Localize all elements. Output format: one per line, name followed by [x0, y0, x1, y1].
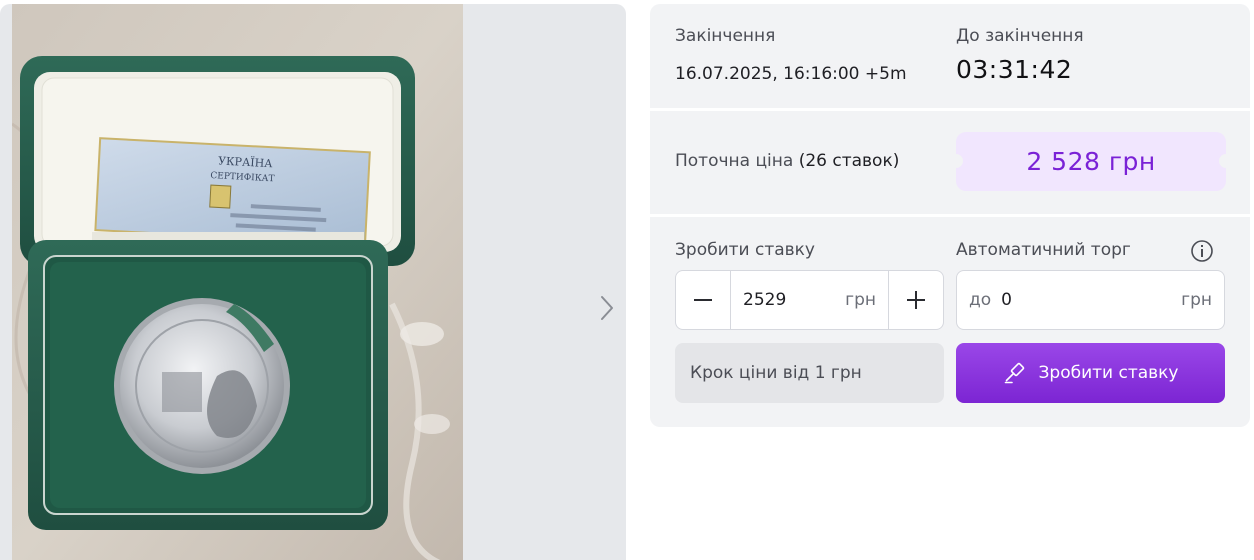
current-price-label: Поточна ціна [675, 151, 794, 171]
decrement-button[interactable] [676, 271, 730, 329]
end-label: Закінчення [675, 26, 776, 46]
countdown-timer: 03:31:42 [956, 55, 1073, 84]
current-price-badge: 2 528 грн [949, 132, 1233, 191]
place-bid-button[interactable]: Зробити ставку [956, 343, 1225, 403]
place-bid-label: Зробити ставку [1038, 363, 1179, 383]
current-price-value: 2 528 грн [1026, 147, 1156, 176]
chevron-right-icon [601, 296, 613, 320]
auto-bid-input[interactable]: 0 [1001, 290, 1012, 310]
gallery-next-button[interactable] [594, 290, 620, 326]
plus-icon [907, 291, 925, 309]
current-price-card: Поточна ціна (26 ставок) 2 528 грн [650, 111, 1250, 214]
end-value: 16.07.2025, 16:16:00 +5m [675, 64, 907, 84]
countdown-label: До закінчення [956, 26, 1084, 46]
info-icon[interactable] [1190, 239, 1214, 263]
current-price-label-row: Поточна ціна (26 ставок) [675, 151, 899, 171]
bid-amount-stepper: 2529 грн [675, 270, 944, 330]
auto-bid-unit: грн [1181, 290, 1212, 310]
bid-amount-input[interactable]: 2529 [743, 290, 786, 310]
auto-bid-prefix: до [969, 290, 992, 310]
bid-amount-field[interactable]: 2529 грн [730, 271, 889, 329]
gavel-icon [1004, 362, 1024, 384]
minus-icon [694, 299, 712, 301]
lot-photo[interactable]: УКРАЇНА СЕРТИФІКАТ [12, 4, 463, 560]
auto-bid-field[interactable]: до 0 грн [956, 270, 1225, 330]
bid-amount-unit: грн [845, 290, 876, 310]
price-step-note: Крок ціни від 1 грн [675, 343, 944, 403]
increment-button[interactable] [889, 271, 943, 329]
auction-time-card: Закінчення 16.07.2025, 16:16:00 +5m До з… [650, 4, 1250, 108]
coin-box-image: УКРАЇНА СЕРТИФІКАТ [12, 4, 463, 560]
bid-card: Зробити ставку Автоматичний торг 2529 гр… [650, 217, 1250, 427]
bids-count: (26 ставок) [798, 151, 900, 171]
bid-label: Зробити ставку [675, 240, 815, 260]
certificate-title: УКРАЇНА [218, 153, 274, 170]
image-gallery: УКРАЇНА СЕРТИФІКАТ [0, 4, 626, 560]
auto-bid-label: Автоматичний торг [956, 240, 1131, 260]
